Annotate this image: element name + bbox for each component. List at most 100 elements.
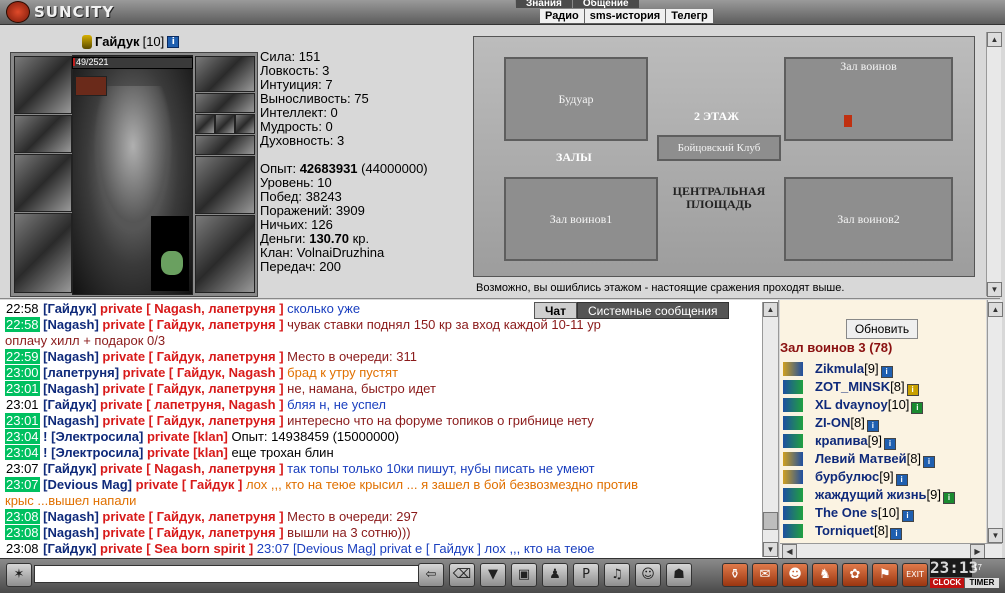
user-name[interactable]: XL dvaynoy <box>815 397 888 412</box>
character-avatar[interactable] <box>72 55 193 295</box>
user-info-icon[interactable]: i <box>866 420 879 432</box>
user-info-icon[interactable]: i <box>923 456 936 468</box>
bracers-slot[interactable] <box>14 115 72 153</box>
user-status-icon[interactable] <box>783 452 803 466</box>
ring-slot-2[interactable] <box>215 114 235 134</box>
armor-slot[interactable] <box>14 213 72 293</box>
chat-sender[interactable]: [лапетруня] <box>43 365 119 380</box>
user-list-item[interactable]: Zikmula[9] i <box>815 361 893 378</box>
scroll-down-icon[interactable]: ▼ <box>987 282 1002 297</box>
chat-sender[interactable]: [Nagash] <box>43 413 99 428</box>
user-info-icon[interactable]: i <box>884 438 897 450</box>
ring-slot-3[interactable] <box>235 114 255 134</box>
chat-scroll-down-icon[interactable]: ▼ <box>763 542 778 557</box>
user-status-icon[interactable] <box>783 524 803 538</box>
user-name[interactable]: жаждущий жизнь <box>815 487 927 502</box>
chat-sender[interactable]: ! [Электросила] <box>43 445 143 460</box>
menu-knowledge[interactable]: Знания <box>515 0 572 9</box>
pl-icon[interactable]: P <box>573 563 599 587</box>
user-status-icon[interactable] <box>783 488 803 502</box>
chat-sender[interactable]: ! [Электросила] <box>43 429 143 444</box>
chat-private-tag[interactable]: private [klan] <box>147 445 228 460</box>
earrings-slot[interactable] <box>195 56 255 92</box>
user-info-icon[interactable]: i <box>906 384 919 396</box>
amulet-slot[interactable] <box>195 93 255 113</box>
chat-private-tag[interactable]: private [ Гайдук, лапетруня ] <box>102 349 283 364</box>
user-list-item[interactable]: ZI-ON[8] i <box>815 415 879 432</box>
gift-icon[interactable]: ✿ <box>842 563 868 587</box>
user-list-item[interactable]: Левий Матвей[8] i <box>815 451 936 468</box>
ghost-icon[interactable]: ☗ <box>666 563 692 587</box>
chat-sender[interactable]: [Devious Mag] <box>43 477 132 492</box>
central-square-label[interactable]: ЦЕНТРАЛЬНАЯ ПЛОЩАДЬ <box>659 185 779 211</box>
user-status-icon[interactable] <box>783 506 803 520</box>
user-status-icon[interactable] <box>783 470 803 484</box>
user-list-item[interactable]: ZOT_MINSK[8] i <box>815 379 919 396</box>
user-list-item[interactable]: XL dvaynoy[10] i <box>815 397 924 414</box>
chat-sender[interactable]: [Nagash] <box>43 381 99 396</box>
user-status-icon[interactable] <box>783 380 803 394</box>
users-hscrollbar[interactable]: ◀ ▶ <box>780 543 1002 559</box>
info-scrollbar[interactable]: ▲ ▼ <box>986 32 1002 297</box>
submenu-sms-history[interactable]: sms-история <box>584 9 667 23</box>
refresh-button[interactable]: Обновить <box>846 319 918 339</box>
tab-chat[interactable]: Чат <box>534 302 577 319</box>
halls-label[interactable]: ЗАЛЫ <box>556 150 592 165</box>
chat-sender[interactable]: [Гайдук] <box>43 301 96 316</box>
scroll-up-icon[interactable]: ▲ <box>987 32 1002 47</box>
user-name[interactable]: Torniquet <box>815 523 874 538</box>
chat-private-tag[interactable]: private [klan] <box>147 429 228 444</box>
chat-sender[interactable]: [Nagash] <box>43 349 99 364</box>
chat-sender[interactable]: [Nagash] <box>43 509 99 524</box>
chat-private-tag[interactable]: private [ Nagash, лапетруня ] <box>100 461 284 476</box>
chat-private-tag[interactable]: private [ Гайдук, лапетруня ] <box>102 381 283 396</box>
room-fight-club[interactable]: Бойцовский Клуб <box>657 135 781 161</box>
chat-input[interactable] <box>34 565 420 583</box>
chat-sender[interactable]: [Гайдук] <box>43 397 96 412</box>
user-name[interactable]: ZI-ON <box>815 415 850 430</box>
users-scroll-down-icon[interactable]: ▼ <box>988 528 1003 543</box>
users-scrollbar[interactable]: ▲ ▼ <box>987 300 1003 543</box>
logo[interactable]: SUNCITY <box>6 1 114 23</box>
scroll-right-icon[interactable]: ▶ <box>970 544 985 559</box>
flag-icon[interactable]: ⚑ <box>872 563 898 587</box>
user-name[interactable]: The One s <box>815 505 878 520</box>
boots-slot[interactable] <box>195 215 255 293</box>
user-list-item[interactable]: жаждущий жизнь[9] i <box>815 487 956 504</box>
user-list-item[interactable]: бурбулюс[9] i <box>815 469 908 486</box>
chat-sender[interactable]: [Гайдук] <box>43 461 96 476</box>
chat-private-tag[interactable]: private [ Гайдук, Nagash ] <box>123 365 284 380</box>
exit-icon[interactable]: EXIT <box>902 563 928 587</box>
chat-sender[interactable]: [Nagash] <box>43 317 99 332</box>
chat-private-tag[interactable]: private [ Nagash, лапетруня ] <box>100 301 284 316</box>
submenu-radio[interactable]: Радио <box>540 9 585 23</box>
shield-slot[interactable] <box>195 156 255 214</box>
user-info-icon[interactable]: i <box>890 528 903 540</box>
helmet-slot[interactable] <box>14 56 72 114</box>
user-name[interactable]: крапива <box>815 433 868 448</box>
user-list-item[interactable]: крапива[9] i <box>815 433 897 450</box>
belt-slot[interactable] <box>195 135 255 155</box>
user-info-icon[interactable]: i <box>880 366 893 378</box>
info-icon[interactable]: i <box>167 35 180 48</box>
chat-sender[interactable]: [Nagash] <box>43 525 99 540</box>
scroll-left-icon[interactable]: ◀ <box>782 544 797 559</box>
arrow-left-icon[interactable]: ⇦ <box>418 563 444 587</box>
user-list-item[interactable]: The One s[10] i <box>815 505 914 522</box>
submenu-telegraph[interactable]: Телегр <box>666 9 714 23</box>
chat-private-tag[interactable]: private [ Гайдук, лапетруня ] <box>102 413 283 428</box>
save-icon[interactable]: ▣ <box>511 563 537 587</box>
chat-private-tag[interactable]: private [ Гайдук ] <box>136 477 243 492</box>
mask-icon[interactable]: ☻ <box>782 563 808 587</box>
user-name[interactable]: Левий Матвей <box>815 451 907 466</box>
user-status-icon[interactable] <box>783 434 803 448</box>
smile-icon[interactable]: ☺ <box>635 563 661 587</box>
user-info-icon[interactable]: i <box>911 402 924 414</box>
scroll-icon[interactable]: ✉ <box>752 563 778 587</box>
user-info-icon[interactable]: i <box>895 474 908 486</box>
weapon-slot[interactable] <box>14 154 72 212</box>
chat-scrollbar[interactable]: ▲ ▼ <box>762 302 778 557</box>
room-warriors-hall[interactable]: Зал воинов <box>784 57 953 141</box>
chat-private-tag[interactable]: private [ Гайдук, лапетруня ] <box>102 525 283 540</box>
user-status-icon[interactable] <box>783 398 803 412</box>
